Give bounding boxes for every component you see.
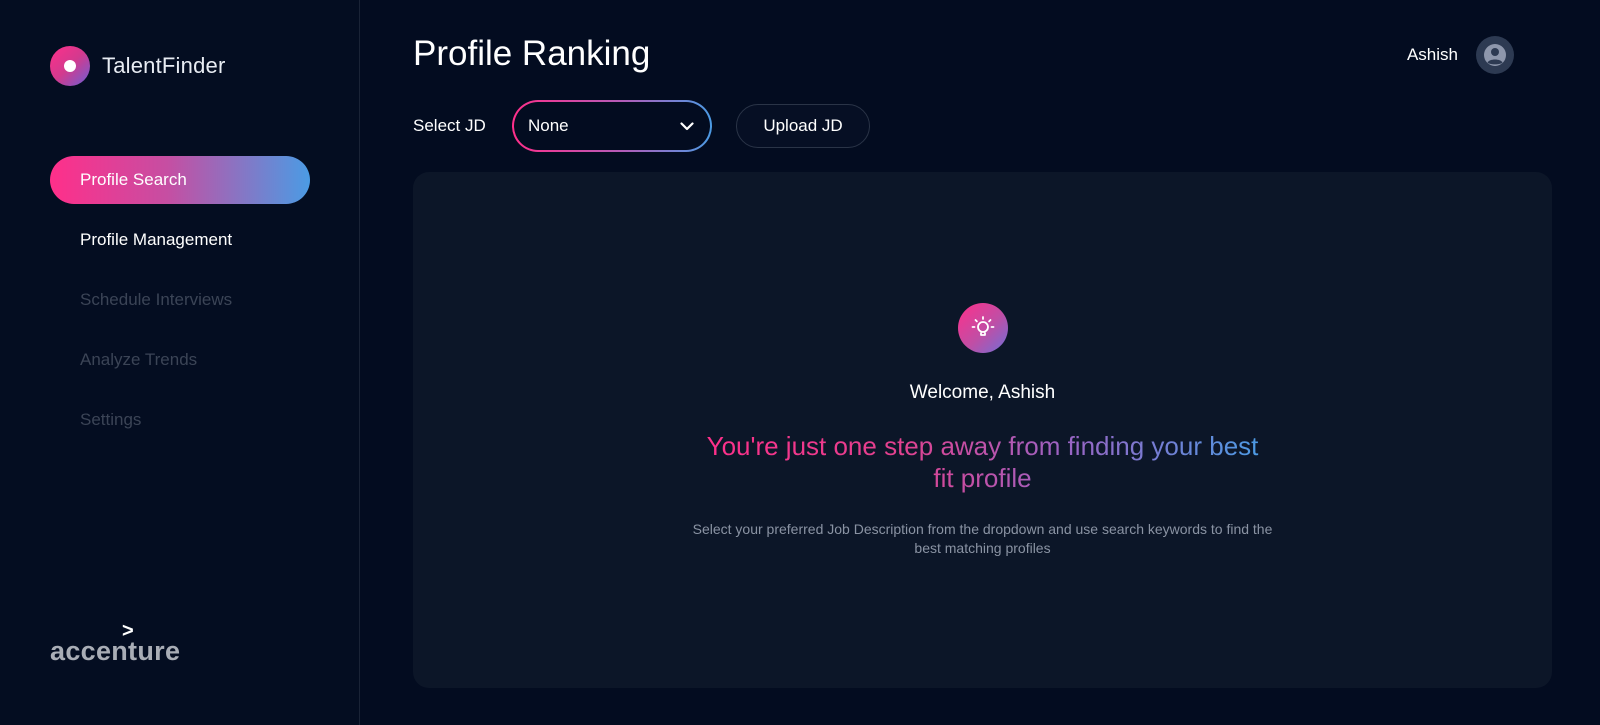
sidebar-item-analyze-trends[interactable]: Analyze Trends (50, 336, 310, 384)
jd-select-dropdown[interactable]: None (512, 100, 712, 152)
main-content: Profile Ranking Ashish Select JD None Up… (360, 0, 1600, 725)
user-name: Ashish (1406, 45, 1458, 64)
jd-select-inner: None (514, 102, 710, 150)
lightbulb-icon (971, 316, 995, 336)
chevron-down-icon (680, 122, 694, 131)
app-logo[interactable]: TalentFinder (50, 46, 225, 86)
page-title: Profile Ranking (413, 34, 651, 73)
jd-selected-value: None (528, 116, 569, 135)
welcome-message: Welcome, Ashish (909, 382, 1056, 403)
upload-jd-button[interactable]: Upload JD (736, 104, 870, 148)
brand-logo: > accenture (50, 620, 181, 667)
sidebar-item-settings[interactable]: Settings (50, 396, 310, 444)
sidebar-item-profile-management[interactable]: Profile Management (50, 216, 310, 264)
user-menu[interactable]: Ashish (1407, 36, 1514, 74)
results-panel: Welcome, Ashish You're just one step awa… (413, 172, 1552, 688)
empty-state-headline: You're just one step away from finding y… (703, 430, 1263, 494)
sidebar-item-profile-search[interactable]: Profile Search (50, 156, 310, 204)
select-jd-label: Select JD (413, 116, 486, 135)
lightbulb-icon-badge (958, 303, 1008, 353)
empty-state-description: Select your preferred Job Description fr… (692, 521, 1273, 556)
brand-chevron-icon: > (122, 620, 134, 642)
sidebar: TalentFinder Profile Search Profile Mana… (0, 0, 360, 725)
brand-name: accenture (50, 636, 181, 666)
sidebar-nav: Profile Search Profile Management Schedu… (50, 156, 310, 456)
app-name: TalentFinder (102, 53, 226, 78)
user-circle-icon (1484, 44, 1506, 66)
avatar[interactable] (1476, 36, 1514, 74)
sidebar-item-schedule-interviews[interactable]: Schedule Interviews (50, 276, 310, 324)
logo-icon (50, 46, 90, 86)
